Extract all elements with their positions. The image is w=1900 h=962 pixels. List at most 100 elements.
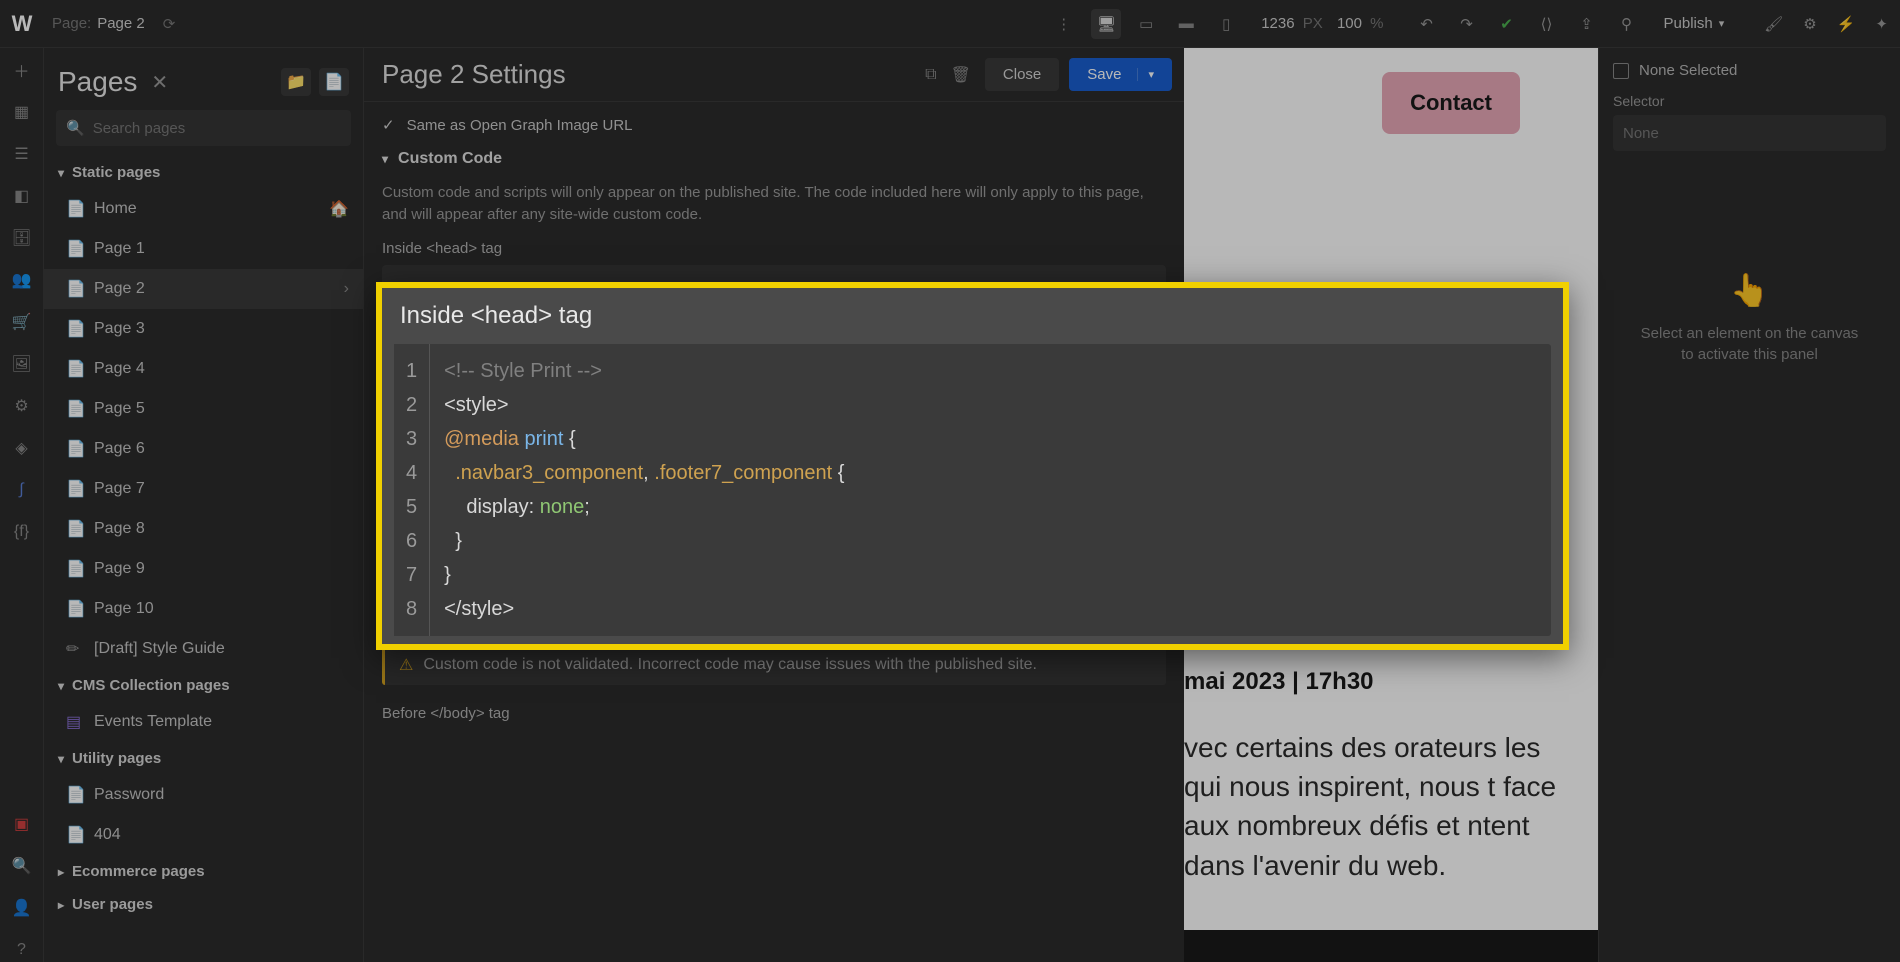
code-body[interactable]: <!-- Style Print --><style>@media print …	[430, 344, 858, 636]
style-panel: None Selected Selector None 👆 Select an …	[1598, 48, 1900, 962]
device-switcher: 🖥 ▭ ▬ ▯	[1091, 9, 1241, 39]
page-item[interactable]: 📄Page 8	[44, 509, 363, 549]
code-icon[interactable]: ⟨⟩	[1534, 11, 1560, 37]
undo-icon[interactable]: ↶	[1414, 11, 1440, 37]
more-icon[interactable]: ⋮	[1056, 15, 1071, 33]
search-input[interactable]: 🔍 Search pages	[56, 110, 351, 146]
page-icon: 📄	[66, 599, 84, 619]
code-editor[interactable]: 12345678 <!-- Style Print --><style>@med…	[394, 344, 1551, 636]
interactions-icon[interactable]: ⚡	[1837, 15, 1856, 33]
close-icon[interactable]: ✕	[151, 70, 168, 95]
selector-value: None	[1623, 125, 1659, 142]
publish-button[interactable]: Publish ▾	[1654, 11, 1735, 36]
users-icon[interactable]: 👥	[10, 268, 34, 292]
page-item[interactable]: ▤Events Template	[44, 702, 363, 742]
og-same-label: Same as Open Graph Image URL	[407, 117, 633, 134]
pages-panel-header: Pages ✕ 📁 📄	[44, 48, 363, 110]
save-button[interactable]: Save ▾	[1069, 58, 1172, 91]
check-icon: ✓	[382, 116, 395, 134]
utility-pages-label: Utility pages	[72, 750, 161, 767]
placeholder-text: Select an element on the canvas to activ…	[1613, 323, 1886, 365]
cms-pages-section[interactable]: ▾ CMS Collection pages	[44, 669, 363, 702]
left-rail: ＋ ▦ ☰ ◧ 🗄 👥 🛒 🖼 ⚙ ◈ ∫ {f} ▣ 🔍 👤 ?	[0, 48, 44, 962]
components-icon[interactable]: ◧	[10, 184, 34, 208]
page-item[interactable]: 📄Page 7	[44, 469, 363, 509]
utility-pages-section[interactable]: ▾ Utility pages	[44, 742, 363, 775]
page-item[interactable]: 📄Page 4	[44, 349, 363, 389]
style-placeholder: 👆 Select an element on the canvas to act…	[1613, 271, 1886, 365]
help-icon[interactable]: ?	[10, 938, 34, 962]
mobile-icon[interactable]: ▯	[1211, 9, 1241, 39]
page-icon: 📄	[66, 559, 84, 579]
viewport-width: 1236	[1261, 15, 1294, 32]
export-icon[interactable]: ⇪	[1574, 11, 1600, 37]
share-icon[interactable]: ⚲	[1614, 11, 1640, 37]
cms-icon[interactable]: 🗄	[10, 226, 34, 250]
page-icon: 📄	[66, 239, 84, 259]
save-dropdown-icon[interactable]: ▾	[1137, 68, 1154, 81]
page-icon: 📄	[66, 359, 84, 379]
pointer-icon: 👆	[1613, 271, 1886, 309]
current-page-name[interactable]: Page 2	[97, 15, 145, 32]
page-item[interactable]: 📄Home🏠	[44, 189, 363, 229]
page-item-label: Home	[94, 200, 137, 218]
line-gutter: 12345678	[394, 344, 430, 636]
logic-icon[interactable]: ∫	[10, 478, 34, 502]
status-ok-icon[interactable]: ✔	[1494, 11, 1520, 37]
page-item[interactable]: 📄Page 2›	[44, 269, 363, 309]
page-item[interactable]: ✏[Draft] Style Guide	[44, 629, 363, 669]
page-item-label: Page 2	[94, 280, 145, 298]
ecommerce-icon[interactable]: 🛒	[10, 310, 34, 334]
page-icon: 📄	[66, 399, 84, 419]
page-item[interactable]: 📄404	[44, 815, 363, 855]
zoom-unit: %	[1370, 15, 1383, 32]
delete-icon[interactable]: 🗑	[951, 65, 971, 85]
caret-right-icon: ▸	[58, 898, 64, 912]
redo-icon[interactable]: ↷	[1454, 11, 1480, 37]
apps-icon[interactable]: ◈	[10, 436, 34, 460]
page-item-label: Page 9	[94, 560, 145, 578]
copy-icon[interactable]: ⧉	[925, 66, 936, 84]
team-icon[interactable]: 👤	[10, 896, 34, 920]
settings-rail-icon[interactable]: ⚙	[10, 394, 34, 418]
webflow-logo[interactable]: W	[8, 10, 36, 38]
search-rail-icon[interactable]: 🔍	[10, 854, 34, 878]
add-icon[interactable]: ＋	[10, 58, 34, 82]
tablet-landscape-icon[interactable]: ▬	[1171, 9, 1201, 39]
contact-button[interactable]: Contact	[1382, 72, 1520, 134]
page-item[interactable]: 📄 Page 9	[44, 549, 363, 589]
static-pages-section[interactable]: ▾ Static pages	[44, 156, 363, 189]
selector-input[interactable]: None	[1613, 115, 1886, 151]
new-page-button[interactable]: 📄	[319, 68, 349, 96]
user-pages-section[interactable]: ▸ User pages	[44, 888, 363, 921]
canvas-body-text: vec certains des orateurs les qui nous i…	[1184, 728, 1598, 885]
page-item-label: Page 10	[94, 600, 154, 618]
brush-icon[interactable]: 🖌	[1764, 15, 1783, 33]
settings-title: Page 2 Settings	[382, 59, 566, 90]
tablet-icon[interactable]: ▭	[1131, 9, 1161, 39]
custom-code-section-header[interactable]: ▾ Custom Code	[382, 150, 1166, 168]
og-checkbox-row[interactable]: ✓ Same as Open Graph Image URL	[382, 116, 1166, 134]
ecommerce-pages-section[interactable]: ▸ Ecommerce pages	[44, 855, 363, 888]
static-pages-label: Static pages	[72, 164, 160, 181]
ecommerce-pages-label: Ecommerce pages	[72, 863, 205, 880]
page-item[interactable]: 📄Page 1	[44, 229, 363, 269]
navigator-icon[interactable]: ☰	[10, 142, 34, 166]
desktop-icon[interactable]: 🖥	[1091, 9, 1121, 39]
audit-icon[interactable]: ▣	[10, 812, 34, 836]
assets-icon[interactable]: 🖼	[10, 352, 34, 376]
page-icon: 📄	[66, 319, 84, 339]
page-item[interactable]: 📄Page 5	[44, 389, 363, 429]
reload-icon[interactable]: ⟳	[163, 15, 176, 33]
page-item[interactable]: 📄Page 3	[44, 309, 363, 349]
page-item[interactable]: 📄 Page 10	[44, 589, 363, 629]
page-item[interactable]: 📄Password	[44, 775, 363, 815]
gear-icon[interactable]: ⚙	[1803, 15, 1816, 33]
page-item[interactable]: 📄Page 6	[44, 429, 363, 469]
new-folder-button[interactable]: 📁	[281, 68, 311, 96]
close-button[interactable]: Close	[985, 58, 1059, 91]
pages-icon[interactable]: ▦	[10, 100, 34, 124]
effects-icon[interactable]: ✦	[1875, 15, 1888, 33]
variables-icon[interactable]: {f}	[10, 520, 34, 544]
caret-down-icon: ▾	[58, 752, 64, 766]
